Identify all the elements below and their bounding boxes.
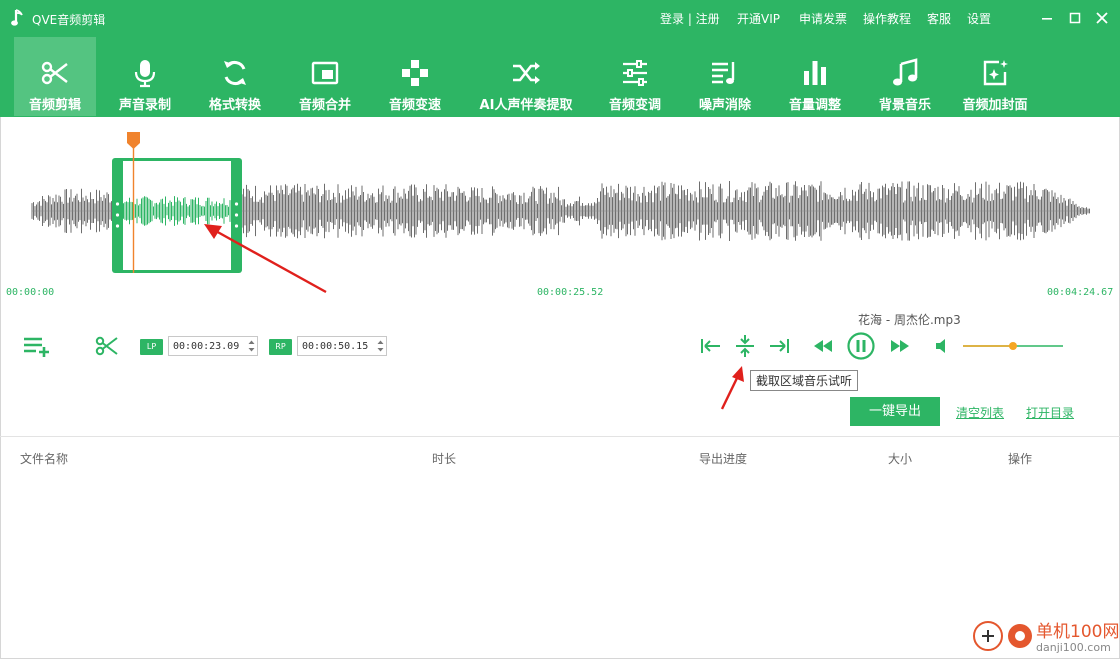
- column-duration: 时长: [432, 452, 457, 466]
- column-file-name: 文件名称: [20, 452, 69, 466]
- waveform-area[interactable]: [0, 117, 1120, 307]
- column-export-progress: 导出进度: [699, 452, 748, 466]
- tooltip: 截取区域音乐试听: [750, 370, 859, 391]
- lp-time-input[interactable]: 00:00:23.09: [168, 336, 258, 356]
- waveform-canvas[interactable]: [0, 117, 1120, 307]
- tool-voice-record[interactable]: 声音录制: [106, 37, 184, 116]
- spinner-icon[interactable]: [248, 339, 255, 353]
- now-playing-title: 花海 - 周杰伦.mp3: [858, 313, 961, 327]
- main-toolbar: 音频剪辑 声音录制 格式转换 音频合并 音频变速 AI人声伴奏提取 音频变调 噪…: [0, 37, 1120, 117]
- tool-label: 音量调整: [788, 98, 841, 113]
- tool-label: AI人声伴奏提取: [479, 98, 573, 113]
- tool-audio-speed[interactable]: 音频变速: [376, 37, 454, 116]
- export-button[interactable]: 一键导出: [850, 397, 940, 426]
- tool-background-music[interactable]: 背景音乐: [866, 37, 944, 116]
- lp-time-value: 00:00:23.09: [173, 341, 240, 352]
- tool-label: 音频变速: [388, 98, 441, 113]
- tool-add-cover[interactable]: 音频加封面: [952, 37, 1038, 116]
- rp-badge: RP: [269, 339, 292, 355]
- volume-slider[interactable]: [960, 338, 1066, 354]
- tool-label: 格式转换: [208, 98, 261, 113]
- invoice-link[interactable]: 申请发票: [799, 10, 847, 27]
- column-size: 大小: [888, 452, 913, 466]
- add-list-icon[interactable]: [22, 335, 52, 359]
- rewind-icon[interactable]: [812, 338, 834, 354]
- minimize-icon[interactable]: [1038, 9, 1056, 27]
- speed-icon: [402, 60, 428, 86]
- login-register-link[interactable]: 登录 | 注册: [660, 10, 720, 27]
- maximize-icon[interactable]: [1066, 9, 1084, 27]
- volume-knob[interactable]: [1009, 342, 1017, 350]
- shuffle-icon: [513, 62, 540, 84]
- go-to-start-icon[interactable]: [700, 336, 722, 356]
- vip-link[interactable]: 开通VIP: [737, 10, 780, 27]
- tool-format-convert[interactable]: 格式转换: [196, 37, 274, 116]
- tool-noise-removal[interactable]: 噪声消除: [686, 37, 764, 116]
- tool-label: 音频变调: [608, 98, 661, 113]
- scissors-icon: [41, 61, 68, 85]
- tool-label: 音频加封面: [962, 98, 1028, 113]
- lp-badge: LP: [140, 339, 163, 355]
- noise-icon: [712, 62, 735, 84]
- cut-scissors-icon[interactable]: [95, 334, 119, 358]
- open-directory-link[interactable]: 打开目录: [1026, 404, 1074, 421]
- merge-icon: [311, 61, 339, 85]
- refresh-icon: [224, 61, 246, 85]
- tool-ai-vocal-extract[interactable]: AI人声伴奏提取: [470, 37, 582, 116]
- support-link[interactable]: 客服: [927, 10, 951, 27]
- sliders-icon: [623, 60, 647, 86]
- tool-pitch-shift[interactable]: 音频变调: [596, 37, 674, 116]
- go-to-end-icon[interactable]: [768, 336, 790, 356]
- time-mid-label: 00:00:25.52: [537, 287, 604, 298]
- table-divider: [0, 436, 1120, 437]
- volume-icon[interactable]: [934, 337, 952, 355]
- microphone-icon: [134, 60, 156, 88]
- time-start-label: 00:00:00: [6, 287, 55, 298]
- tool-audio-cut[interactable]: 音频剪辑: [14, 37, 96, 116]
- fast-forward-icon[interactable]: [889, 338, 911, 354]
- rp-time-value: 00:00:50.15: [302, 341, 369, 352]
- play-selection-icon[interactable]: [734, 334, 756, 358]
- time-end-label: 00:04:24.67: [1047, 287, 1114, 298]
- spinner-icon[interactable]: [377, 339, 384, 353]
- app-title: QVE音频剪辑: [32, 13, 106, 27]
- selection-region[interactable]: [112, 158, 242, 273]
- tool-audio-merge[interactable]: 音频合并: [286, 37, 364, 116]
- music-note-logo-icon: [11, 9, 23, 26]
- tool-label: 噪声消除: [698, 98, 751, 113]
- image-sparkle-icon: [983, 60, 1008, 86]
- rp-time-input[interactable]: 00:00:50.15: [297, 336, 387, 356]
- title-bar: QVE音频剪辑 登录 | 注册 开通VIP 申请发票 操作教程 客服 设置: [0, 0, 1120, 37]
- tutorial-link[interactable]: 操作教程: [863, 10, 911, 27]
- bar-chart-icon: [804, 61, 826, 85]
- close-icon[interactable]: [1093, 9, 1111, 27]
- tool-volume-adjust[interactable]: 音量调整: [776, 37, 854, 116]
- tool-label: 音频剪辑: [28, 98, 81, 113]
- watermark-url: danji100.com: [1036, 641, 1111, 654]
- watermark-text: 单机100网: [1036, 622, 1120, 642]
- pause-icon[interactable]: [846, 331, 876, 361]
- red-arrow-annotation: [720, 366, 744, 410]
- tool-label: 背景音乐: [878, 98, 931, 113]
- settings-link[interactable]: 设置: [967, 10, 991, 27]
- column-actions: 操作: [1008, 452, 1033, 466]
- tool-label: 音频合并: [298, 98, 351, 113]
- clear-list-link[interactable]: 清空列表: [956, 404, 1004, 421]
- music-note-icon: [893, 58, 918, 86]
- tool-label: 声音录制: [118, 98, 171, 113]
